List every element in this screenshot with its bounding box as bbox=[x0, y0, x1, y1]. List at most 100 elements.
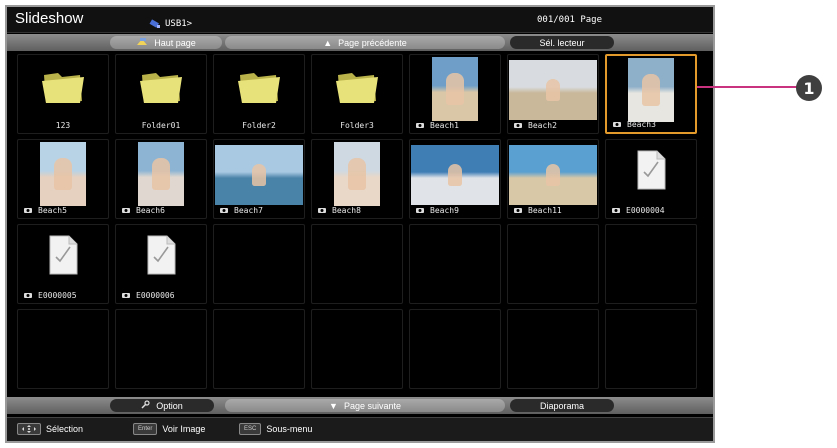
slideshow-label: Diaporama bbox=[539, 400, 585, 411]
folder-item[interactable]: Folder01 bbox=[115, 54, 207, 134]
previous-page-button[interactable]: ▲ Page précédente bbox=[225, 36, 505, 49]
person-silhouette bbox=[152, 158, 170, 190]
file-name: Beach5 bbox=[38, 205, 67, 215]
folder-item[interactable]: 123 bbox=[17, 54, 109, 134]
photo-thumbnail bbox=[432, 57, 478, 121]
camera-icon bbox=[514, 206, 522, 215]
bottom-nav: Option ▼ Page suivante Diaporama bbox=[7, 397, 713, 414]
file-label-row: Beach9 bbox=[410, 204, 500, 216]
usb-path-label: USB1> bbox=[165, 18, 193, 29]
up-arrow-icon: ▲ bbox=[323, 37, 333, 48]
wrench-icon bbox=[141, 400, 150, 411]
top-nav: Haut page ▲ Page précédente Sél. lecteur bbox=[7, 34, 713, 51]
camera-icon bbox=[613, 120, 621, 129]
image-file-item[interactable]: Beach3 bbox=[605, 54, 697, 134]
select-reader-button[interactable]: Sél. lecteur bbox=[510, 36, 614, 49]
empty-grid-cell bbox=[507, 309, 599, 389]
camera-icon bbox=[514, 121, 522, 130]
slideshow-button[interactable]: Diaporama bbox=[510, 399, 614, 412]
empty-grid-cell bbox=[605, 309, 697, 389]
image-file-item[interactable]: JPEGE0000004 bbox=[605, 139, 697, 219]
person-silhouette bbox=[546, 164, 560, 186]
file-grid: 123 Folder01 Folder2 Folder3 Beach1 Beach2 Bea… bbox=[17, 54, 707, 394]
folder-icon bbox=[334, 67, 380, 107]
file-name: Folder2 bbox=[242, 120, 276, 130]
file-name: Beach7 bbox=[234, 205, 263, 215]
image-file-item[interactable]: Beach11 bbox=[507, 139, 599, 219]
jpeg-file-icon bbox=[48, 235, 78, 275]
image-file-item[interactable]: Beach2 bbox=[507, 54, 599, 134]
photo-thumbnail bbox=[509, 60, 597, 120]
down-arrow-icon: ▼ bbox=[329, 400, 338, 411]
callout-line bbox=[697, 86, 797, 88]
file-label-row: Folder2 bbox=[214, 119, 304, 131]
home-icon bbox=[136, 37, 148, 48]
empty-grid-cell bbox=[409, 309, 501, 389]
home-page-label: Haut page bbox=[154, 37, 196, 48]
photo-thumbnail bbox=[215, 145, 303, 205]
file-name: Beach8 bbox=[332, 205, 361, 215]
next-page-button[interactable]: ▼ Page suivante bbox=[225, 399, 505, 412]
status-bar: Sélection Enter Voir Image ESC Sous-menu bbox=[7, 417, 713, 441]
file-name: Beach9 bbox=[430, 205, 459, 215]
person-silhouette bbox=[446, 73, 464, 105]
file-label-row: E0000004 bbox=[606, 204, 696, 216]
camera-icon bbox=[318, 206, 326, 215]
jpeg-file-icon bbox=[636, 150, 666, 190]
empty-grid-cell bbox=[409, 224, 501, 304]
file-label-row: Beach6 bbox=[116, 204, 206, 216]
image-file-item[interactable]: Beach7 bbox=[213, 139, 305, 219]
empty-grid-cell bbox=[115, 309, 207, 389]
person-silhouette bbox=[546, 79, 560, 101]
empty-grid-cell bbox=[311, 309, 403, 389]
image-file-item[interactable]: JPEGE0000006 bbox=[115, 224, 207, 304]
image-file-item[interactable]: Beach8 bbox=[311, 139, 403, 219]
camera-icon bbox=[122, 206, 130, 215]
option-label: Option bbox=[156, 400, 183, 411]
title-bar: Slideshow USB1> 001/001 Page bbox=[7, 7, 713, 33]
photo-thumbnail bbox=[411, 145, 499, 205]
person-silhouette bbox=[642, 74, 660, 106]
folder-icon bbox=[236, 67, 282, 107]
file-label-row: E0000005 bbox=[18, 289, 108, 301]
hint-view-image: Enter Voir Image bbox=[133, 423, 205, 435]
file-name: E0000006 bbox=[136, 290, 175, 300]
home-page-button[interactable]: Haut page bbox=[110, 36, 222, 49]
file-name: Beach2 bbox=[528, 120, 557, 130]
option-button[interactable]: Option bbox=[110, 399, 214, 412]
person-silhouette bbox=[448, 164, 462, 186]
page-count: 001/001 Page bbox=[537, 15, 603, 25]
usb-path: USB1> bbox=[149, 14, 192, 33]
person-silhouette bbox=[54, 158, 72, 190]
camera-icon bbox=[220, 206, 228, 215]
person-silhouette bbox=[252, 164, 266, 186]
file-label-row: Beach1 bbox=[410, 119, 500, 131]
slideshow-screen: Slideshow USB1> 001/001 Page Haut page ▲… bbox=[5, 5, 715, 443]
empty-grid-cell bbox=[17, 309, 109, 389]
person-silhouette bbox=[348, 158, 366, 190]
image-file-item[interactable]: JPEGE0000005 bbox=[17, 224, 109, 304]
file-label-row: Beach3 bbox=[607, 118, 695, 130]
file-label-row: Beach7 bbox=[214, 204, 304, 216]
file-name: 123 bbox=[55, 120, 71, 130]
folder-item[interactable]: Folder2 bbox=[213, 54, 305, 134]
next-page-label: Page suivante bbox=[343, 400, 401, 411]
hint-submenu-label: Sous-menu bbox=[266, 424, 313, 434]
file-label-row: Beach11 bbox=[508, 204, 598, 216]
folder-item[interactable]: Folder3 bbox=[311, 54, 403, 134]
camera-icon bbox=[612, 206, 620, 215]
file-name: Folder3 bbox=[340, 120, 374, 130]
camera-icon bbox=[24, 291, 32, 300]
file-label-row: 123 bbox=[18, 119, 108, 131]
image-file-item[interactable]: Beach9 bbox=[409, 139, 501, 219]
camera-icon bbox=[24, 206, 32, 215]
empty-grid-cell bbox=[605, 224, 697, 304]
image-file-item[interactable]: Beach5 bbox=[17, 139, 109, 219]
file-name: Beach1 bbox=[430, 120, 459, 130]
image-file-item[interactable]: Beach6 bbox=[115, 139, 207, 219]
file-label-row: Beach2 bbox=[508, 119, 598, 131]
file-label-row: Beach5 bbox=[18, 204, 108, 216]
file-name: E0000004 bbox=[626, 205, 665, 215]
image-file-item[interactable]: Beach1 bbox=[409, 54, 501, 134]
folder-icon bbox=[40, 67, 86, 107]
